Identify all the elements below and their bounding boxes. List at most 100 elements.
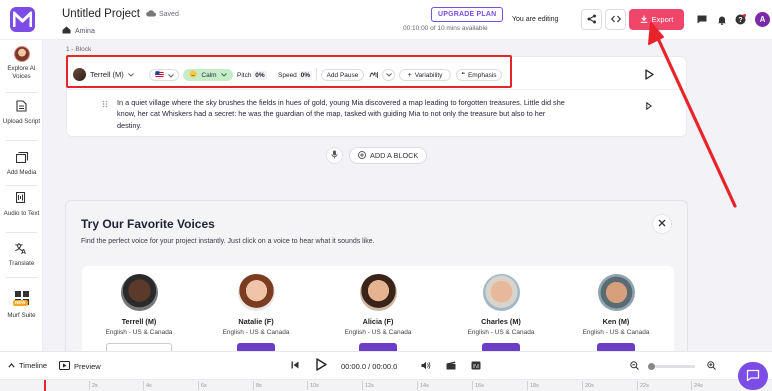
add-pause-label: Add Pause (326, 71, 359, 79)
more-options-dropdown[interactable] (382, 69, 395, 81)
subtitles-button[interactable] (471, 361, 481, 372)
chevron-down-icon (220, 72, 227, 79)
pitch-label: Pitch (237, 72, 252, 79)
editing-status: You are editing (512, 16, 559, 23)
pronunciation-button[interactable] (367, 69, 381, 81)
voice-card-ken[interactable]: Ken (M) English - US & Canada (576, 274, 656, 351)
speed-value: 0% (298, 71, 313, 80)
voice-accent: English - US & Canada (582, 329, 650, 336)
cloud-icon (146, 10, 156, 19)
pitch-control[interactable]: Pitch 0% (237, 71, 267, 80)
variability-button[interactable]: + Variability (399, 69, 451, 81)
voice-action-button[interactable] (597, 343, 635, 351)
sidebar-item-label: Audio to Text (3, 209, 40, 217)
sidebar-item-add-media[interactable]: Add Media (0, 151, 43, 176)
timeline-toggle[interactable]: Timeline (8, 361, 47, 370)
sidebar-item-label: Murf Suite (7, 312, 36, 319)
zoom-in-button[interactable] (707, 361, 716, 372)
sidebar-item-label: Upload Script (2, 117, 41, 125)
voice-card-alicia[interactable]: Alicia (F) English - US & Canada (338, 274, 418, 351)
sidebar-item-audio-to-text[interactable]: Audio to Text (0, 191, 43, 217)
clapper-button[interactable] (446, 361, 456, 372)
play-paragraph-button[interactable] (646, 101, 653, 112)
voice-accent: English - US & Canada (344, 329, 412, 336)
skip-back-button[interactable] (291, 361, 299, 371)
share-button[interactable] (581, 9, 602, 30)
sidebar-item-murf-suite[interactable]: NEW Murf Suite (0, 291, 43, 320)
help-icon[interactable]: ? (735, 14, 746, 25)
play-block-button[interactable] (645, 69, 654, 82)
left-sidebar: Explore AI Voices Upload Script Add Medi… (0, 40, 43, 351)
chevron-down-icon (385, 72, 392, 79)
language-selector[interactable] (149, 69, 179, 81)
svg-text:A: A (21, 249, 26, 254)
plus-icon: + (407, 71, 412, 79)
voice-action-button[interactable] (359, 343, 397, 351)
saved-label: Saved (159, 11, 179, 18)
emphasis-label: Emphasis (467, 71, 497, 79)
sidebar-item-label: Translate (8, 259, 35, 267)
volume-button[interactable] (421, 361, 431, 372)
voices-panel-subtitle: Find the perfect voice for your project … (81, 238, 375, 245)
voice-action-button[interactable] (237, 343, 275, 351)
voice-avatar (482, 274, 520, 311)
style-selector[interactable]: Calm (183, 69, 233, 81)
user-avatar[interactable]: A (755, 12, 770, 27)
playhead[interactable] (44, 380, 46, 391)
volume-icon (421, 361, 431, 372)
export-button[interactable]: Export (629, 9, 684, 30)
voice-input-button[interactable] (326, 147, 343, 164)
drag-handle-icon[interactable] (102, 100, 108, 108)
voice-card-natalie[interactable]: Natalie (F) English - US & Canada (216, 274, 296, 351)
support-chat-button[interactable] (738, 362, 768, 390)
add-block-row: ADD A BLOCK (326, 147, 428, 164)
preview-button[interactable]: Preview (59, 361, 101, 372)
voice-action-button[interactable] (106, 343, 172, 351)
voice-action-button[interactable] (482, 343, 520, 351)
voice-avatar (597, 274, 635, 311)
sidebar-item-translate[interactable]: 文A Translate (0, 242, 43, 267)
ruler-tick: 8s (253, 381, 262, 390)
embed-button[interactable] (605, 9, 626, 30)
upgrade-plan-button[interactable]: UPGRADE PLAN (431, 7, 504, 22)
voice-avatar (120, 274, 158, 311)
voice-selector[interactable]: Terrell (M) (73, 68, 134, 81)
play-button[interactable] (316, 358, 327, 373)
ruler-tick: 12s (362, 381, 374, 390)
comments-icon[interactable] (696, 14, 707, 25)
murf-logo[interactable] (10, 7, 35, 32)
zoom-slider-handle[interactable] (648, 363, 655, 370)
zoom-slider-track[interactable] (650, 365, 695, 368)
sidebar-item-upload-script[interactable]: Upload Script (0, 100, 43, 125)
audio-text-icon (15, 191, 27, 207)
chat-icon (746, 369, 760, 384)
toolbar-divider (316, 68, 317, 81)
emphasis-button[interactable]: “ Emphasis (456, 69, 502, 81)
workspace-breadcrumb[interactable]: Amina (62, 26, 95, 36)
timeline-ruler[interactable]: 2s 4s 6s 8s 10s 12s 14s 16s 18s 20s 22s … (0, 379, 772, 391)
calm-emoji-icon (189, 70, 198, 80)
time-readout: 00:00.0 / 00:00.0 (341, 362, 398, 371)
add-block-label: ADD A BLOCK (370, 151, 419, 160)
skip-back-icon (291, 361, 299, 371)
code-icon (610, 15, 621, 25)
voice-card-charles[interactable]: Charles (M) English - US & Canada (461, 274, 541, 351)
voice-card-terrell[interactable]: Terrell (M) English - US & Canada (99, 274, 179, 351)
clapperboard-icon (446, 361, 456, 372)
project-title[interactable]: Untitled Project (62, 8, 140, 20)
add-pause-button[interactable]: Add Pause (321, 69, 364, 81)
voice-name: Terrell (M) (121, 317, 157, 326)
microphone-icon (331, 150, 338, 161)
sidebar-item-explore-voices[interactable]: Explore AI Voices (0, 46, 43, 80)
speed-control[interactable]: Speed 0% (278, 71, 313, 80)
timeline-label: Timeline (19, 361, 48, 370)
block-text[interactable]: In a quiet village where the sky brushes… (117, 97, 567, 131)
bell-icon[interactable] (716, 14, 727, 25)
close-panel-button[interactable] (652, 214, 672, 234)
voice-accent: English - US & Canada (105, 329, 173, 336)
media-icon (15, 151, 28, 166)
owner-name: Amina (75, 27, 95, 35)
add-block-button[interactable]: ADD A BLOCK (349, 147, 428, 164)
zoom-out-button[interactable] (630, 361, 639, 372)
chevron-up-icon (8, 361, 15, 370)
